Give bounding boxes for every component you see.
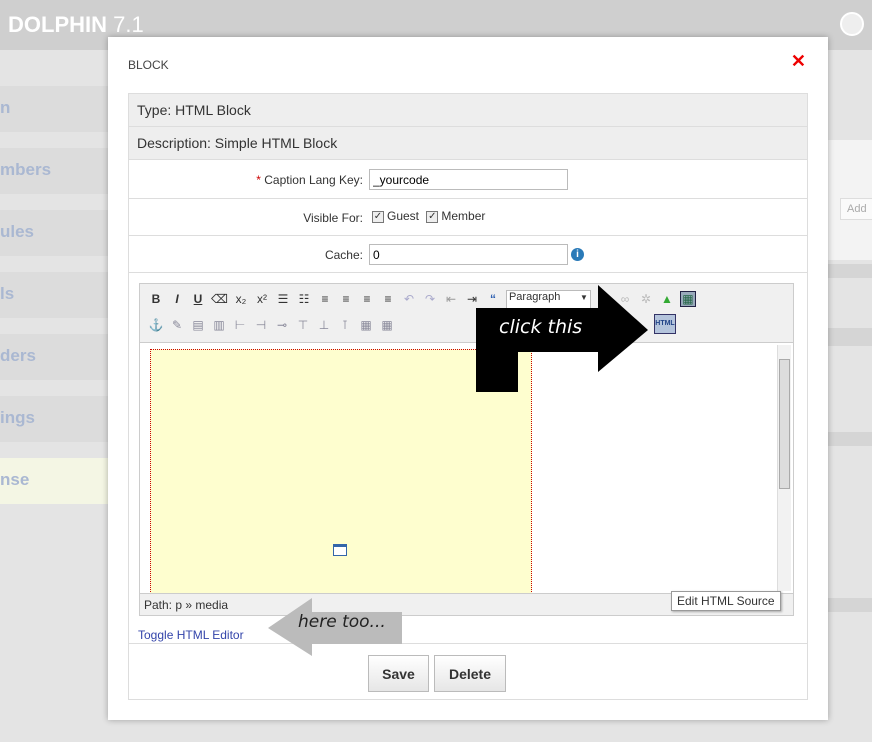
horizontal-rule-button[interactable]: — [596, 292, 612, 306]
italic-button[interactable]: I [169, 292, 185, 306]
here-too-annotation: here too... [298, 612, 386, 632]
row-before-icon[interactable]: ⊢ [232, 318, 248, 332]
edit-table-icon[interactable]: ✎ [169, 318, 185, 332]
sidebar-item[interactable]: ls [0, 272, 110, 318]
delete-row-icon[interactable]: ⊸ [274, 318, 290, 332]
sidebar-item[interactable]: nse [0, 458, 110, 504]
editor-content[interactable] [140, 342, 793, 594]
media-window-icon [333, 544, 347, 556]
divider [828, 598, 872, 612]
divider [828, 264, 872, 278]
media-placeholder[interactable] [150, 349, 532, 594]
subscript-button[interactable]: x₂ [233, 292, 249, 306]
block-form: Type: HTML Block Description: Simple HTM… [128, 93, 808, 700]
visible-label: Visible For: [303, 211, 363, 225]
type-row: Type: HTML Block [129, 94, 807, 127]
justify-button[interactable]: ≡ [380, 292, 396, 306]
underline-button[interactable]: U [190, 292, 206, 306]
rich-text-editor: B I U ⌫ x₂ x² ☰ ☷ ≡ ≡ ≡ ≡ ↶ ↷ ⇤ ⇥ “ Para… [139, 283, 794, 616]
add-button[interactable]: Add [840, 198, 872, 220]
superscript-button[interactable]: x² [254, 292, 270, 306]
tooltip: Edit HTML Source [671, 591, 781, 611]
delete-col-icon[interactable]: ⊺ [337, 318, 353, 332]
align-right-button[interactable]: ≡ [359, 292, 375, 306]
caption-input[interactable] [369, 169, 568, 190]
block-dialog: BLOCK ✕ Type: HTML Block Description: Si… [108, 37, 828, 720]
globe-icon[interactable] [840, 12, 864, 36]
guest-label: Guest [387, 209, 420, 223]
image-icon[interactable]: ▲ [659, 292, 675, 306]
media-icon[interactable]: ▦ [679, 291, 696, 307]
toolbar-row-2: ⚓ ✎ ▤ ▥ ⊢ ⊣ ⊸ ⊤ ⊥ ⊺ ▦ ▦ [148, 315, 395, 335]
cache-label: Cache: [324, 248, 363, 262]
table-cell-icon[interactable]: ▥ [211, 318, 227, 332]
redo-button[interactable]: ↷ [422, 292, 438, 306]
member-checkbox[interactable]: ✓ [426, 210, 439, 223]
blockquote-button[interactable]: “ [485, 292, 501, 306]
click-this-annotation: click this [499, 316, 583, 338]
numbered-list-button[interactable]: ☷ [296, 292, 312, 306]
dialog-title: BLOCK [128, 58, 169, 72]
indent-button[interactable]: ⇥ [464, 292, 480, 306]
divider [828, 328, 872, 346]
align-left-button[interactable]: ≡ [317, 292, 333, 306]
cache-row: Cache: i [129, 236, 807, 273]
divider [828, 432, 872, 446]
bullet-list-button[interactable]: ☰ [275, 292, 291, 306]
info-icon[interactable]: i [571, 248, 584, 261]
sidebar-item[interactable]: n [0, 86, 110, 132]
member-label: Member [441, 209, 486, 223]
caption-row: * Caption Lang Key: [129, 160, 807, 199]
anchor-icon[interactable]: ⚓ [148, 318, 164, 332]
close-icon[interactable]: ✕ [791, 51, 806, 72]
col-before-icon[interactable]: ⊤ [295, 318, 311, 332]
split-cells-icon[interactable]: ▦ [358, 318, 374, 332]
html-source-button[interactable]: HTML [654, 314, 676, 334]
bold-button[interactable]: B [148, 292, 164, 306]
sidebar-item[interactable]: mbers [0, 148, 110, 194]
app-logo: DOLPHIN 7.1 [8, 12, 144, 37]
sidebar-item[interactable]: ules [0, 210, 110, 256]
outdent-button[interactable]: ⇤ [443, 292, 459, 306]
table-row-icon[interactable]: ▤ [190, 318, 206, 332]
divider [129, 643, 807, 644]
sidebar-item[interactable]: ders [0, 334, 110, 380]
toggle-html-editor-link[interactable]: Toggle HTML Editor [138, 628, 244, 642]
link-icon[interactable]: ∞ [617, 292, 633, 306]
caption-label: Caption Lang Key: [264, 173, 363, 187]
cache-input[interactable] [369, 244, 568, 265]
delete-button[interactable]: Delete [434, 655, 506, 692]
scrollbar[interactable] [777, 345, 791, 591]
toolbar-row-1: B I U ⌫ x₂ x² ☰ ☷ ≡ ≡ ≡ ≡ ↶ ↷ ⇤ ⇥ “ Para… [148, 289, 696, 309]
description-row: Description: Simple HTML Block [129, 127, 807, 160]
guest-checkbox[interactable]: ✓ [372, 210, 384, 223]
required-mark: * [256, 173, 261, 187]
row-after-icon[interactable]: ⊣ [253, 318, 269, 332]
sidebar-item[interactable]: ings [0, 396, 110, 442]
chevron-down-icon: ▼ [580, 292, 588, 302]
format-select[interactable]: Paragraph ▼ [505, 289, 591, 309]
eraser-icon[interactable]: ⌫ [211, 292, 228, 306]
merge-cells-icon[interactable]: ▦ [379, 318, 395, 332]
unlink-icon[interactable]: ✲ [638, 292, 654, 306]
save-button[interactable]: Save [368, 655, 429, 692]
col-after-icon[interactable]: ⊥ [316, 318, 332, 332]
visible-row: Visible For: ✓ Guest ✓ Member [129, 199, 807, 236]
undo-button[interactable]: ↶ [401, 292, 417, 306]
align-center-button[interactable]: ≡ [338, 292, 354, 306]
